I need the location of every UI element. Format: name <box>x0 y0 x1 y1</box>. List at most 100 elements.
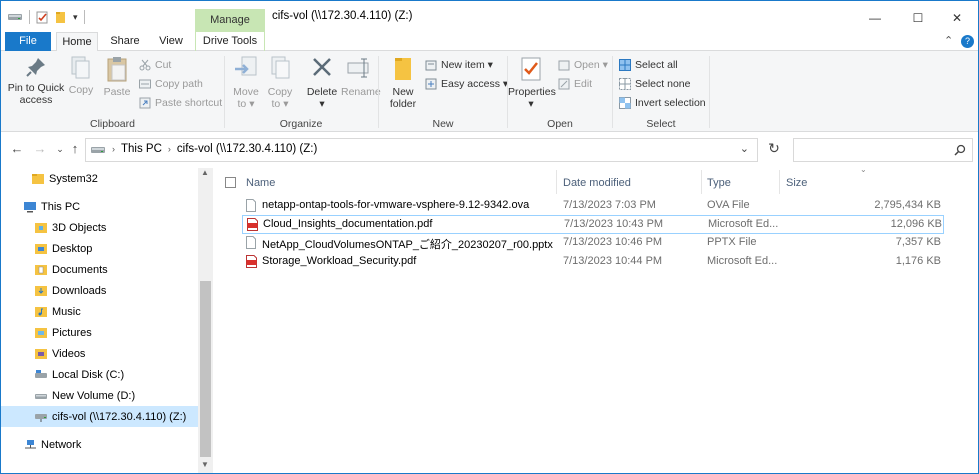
nav-item-desktop[interactable]: Desktop <box>1 238 198 259</box>
breadcrumb-separator-icon[interactable]: › <box>112 144 115 154</box>
nav-item-pictures[interactable]: Pictures <box>1 322 198 343</box>
search-input[interactable] <box>793 138 973 162</box>
scrollbar-thumb[interactable] <box>200 281 211 457</box>
tab-home[interactable]: Home <box>56 32 98 52</box>
tab-view[interactable]: View <box>153 32 189 51</box>
up-arrow-icon[interactable]: ↑ <box>67 141 83 156</box>
drive-icon[interactable] <box>7 11 23 23</box>
pdf-icon <box>247 218 258 231</box>
file-name: Storage_Workload_Security.pdf <box>262 255 417 267</box>
copy-path-button[interactable]: Copy path <box>139 76 203 92</box>
close-button[interactable]: ✕ <box>934 7 978 31</box>
address-row: ← → ⌄ ↑ › This PC › cifs-vol (\\172.30.4… <box>1 132 978 168</box>
nav-item-3d-objects[interactable]: 3D Objects <box>1 217 198 238</box>
select-all-button[interactable]: Select all <box>619 57 678 73</box>
nav-item-system32[interactable]: System32 <box>1 168 198 189</box>
file-date: 7/13/2023 10:46 PM <box>563 236 663 248</box>
table-row[interactable]: netapp-ontap-tools-for-vmware-vsphere-9.… <box>242 197 944 216</box>
easy-access-button[interactable]: Easy access ▾ <box>425 76 508 92</box>
file-size: 2,795,434 KB <box>874 199 941 211</box>
column-divider[interactable] <box>701 170 702 194</box>
nav-item-videos[interactable]: Videos <box>1 343 198 364</box>
move-to-button[interactable]: Move to ▾ <box>229 55 263 110</box>
column-header-date-modified[interactable]: Date modified <box>563 172 631 194</box>
table-row[interactable]: Storage_Workload_Security.pdf 7/13/2023 … <box>242 253 944 272</box>
recent-locations-chevron-icon[interactable]: ⌄ <box>52 144 68 155</box>
properties-check-icon[interactable] <box>36 11 49 24</box>
column-divider[interactable] <box>556 170 557 194</box>
select-none-button[interactable]: Select none <box>619 76 690 92</box>
desktop-folder-icon <box>35 243 47 254</box>
table-row[interactable]: NetApp_CloudVolumesONTAP_ご紹介_20230207_r0… <box>242 234 944 253</box>
copy-button[interactable]: Copy <box>67 55 95 96</box>
table-row[interactable]: Cloud_Insights_documentation.pdf 7/13/20… <box>242 215 944 234</box>
properties-button[interactable]: Properties ▾ <box>508 55 556 110</box>
network-drive-icon <box>35 413 47 422</box>
paste-label: Paste <box>103 86 131 98</box>
help-icon[interactable]: ? <box>961 35 974 48</box>
rename-button[interactable]: Rename <box>341 55 381 98</box>
edit-button[interactable]: Edit <box>558 76 592 92</box>
column-header-type[interactable]: Type <box>707 172 731 194</box>
nav-item-cifs-vol-z[interactable]: cifs-vol (\\172.30.4.110) (Z:) <box>1 406 198 427</box>
copy-to-button[interactable]: Copy to ▾ <box>265 55 295 110</box>
scroll-up-arrow-icon[interactable]: ▲ <box>201 168 209 177</box>
nav-item-label: Local Disk (C:) <box>52 368 125 381</box>
select-all-checkbox[interactable] <box>225 177 236 188</box>
open-button[interactable]: Open ▾ <box>558 57 608 73</box>
nav-item-new-volume-d[interactable]: New Volume (D:) <box>1 385 198 406</box>
local-disk-icon <box>35 369 47 378</box>
breadcrumb-separator-icon[interactable]: › <box>168 144 171 154</box>
cut-button[interactable]: Cut <box>139 57 171 73</box>
pin-to-quick-access-button[interactable]: Pin to Quick access <box>7 55 65 106</box>
column-divider[interactable] <box>779 170 780 194</box>
new-folder-label-line2: folder <box>389 98 417 110</box>
nav-item-network[interactable]: Network <box>1 434 198 455</box>
file-type: PPTX File <box>707 236 757 248</box>
new-folder-button[interactable]: New folder <box>387 55 419 110</box>
breadcrumb-this-pc[interactable]: This PC <box>121 143 162 155</box>
file-size: 7,357 KB <box>895 236 941 248</box>
tab-drive-tools[interactable]: Drive Tools <box>195 32 265 51</box>
copy-to-label-line2: to ▾ <box>271 98 289 110</box>
breadcrumb-drive[interactable]: cifs-vol (\\172.30.4.110) (Z:) <box>177 143 317 155</box>
tab-share[interactable]: Share <box>105 32 145 51</box>
nav-item-this-pc[interactable]: This PC <box>1 196 198 217</box>
qat-separator <box>29 10 30 24</box>
forward-arrow-icon[interactable]: → <box>32 141 48 156</box>
address-history-chevron-icon[interactable]: ⌄ <box>740 142 749 155</box>
invert-selection-button[interactable]: Invert selection <box>619 95 706 111</box>
back-arrow-icon[interactable]: ← <box>9 141 25 156</box>
nav-item-documents[interactable]: Documents <box>1 259 198 280</box>
new-folder-qat-icon[interactable] <box>55 11 67 24</box>
nav-item-music[interactable]: Music <box>1 301 198 322</box>
refresh-icon[interactable]: ↻ <box>766 140 782 157</box>
paste-button[interactable]: Paste <box>101 55 133 98</box>
delete-x-icon <box>313 58 331 76</box>
organize-group: Move to ▾ Copy to ▾ Delete ▾ Rename Orga… <box>225 51 381 132</box>
tab-file[interactable]: File <box>5 32 51 51</box>
move-to-label-line1: Move <box>233 86 259 98</box>
customize-qat-icon[interactable]: ▾ <box>73 12 78 23</box>
new-item-button[interactable]: New item ▾ <box>425 57 493 73</box>
column-header-name[interactable]: Name <box>246 172 275 194</box>
minimize-button[interactable]: — <box>852 7 898 31</box>
nav-pane-scrollbar[interactable]: ▲ ▼ <box>198 168 213 473</box>
file-name: Cloud_Insights_documentation.pdf <box>263 218 433 230</box>
collapse-ribbon-icon[interactable]: ⌃ <box>944 34 953 47</box>
context-tab-manage[interactable]: Manage <box>195 9 265 32</box>
generic-file-icon <box>246 236 256 249</box>
file-type: Microsoft Ed... <box>708 218 779 230</box>
delete-button[interactable]: Delete ▾ <box>305 55 339 110</box>
pdf-icon <box>246 255 257 268</box>
nav-item-local-disk-c[interactable]: Local Disk (C:) <box>1 364 198 385</box>
column-header-size[interactable]: Size <box>786 172 807 194</box>
rename-icon <box>347 58 369 78</box>
paste-shortcut-button[interactable]: Paste shortcut <box>139 95 222 111</box>
nav-item-downloads[interactable]: Downloads <box>1 280 198 301</box>
address-bar[interactable]: › This PC › cifs-vol (\\172.30.4.110) (Z… <box>85 138 758 162</box>
scroll-down-arrow-icon[interactable]: ▼ <box>201 460 209 469</box>
select-all-icon <box>619 59 631 71</box>
edit-icon <box>558 78 570 90</box>
nav-item-label: cifs-vol (\\172.30.4.110) (Z:) <box>52 410 187 423</box>
